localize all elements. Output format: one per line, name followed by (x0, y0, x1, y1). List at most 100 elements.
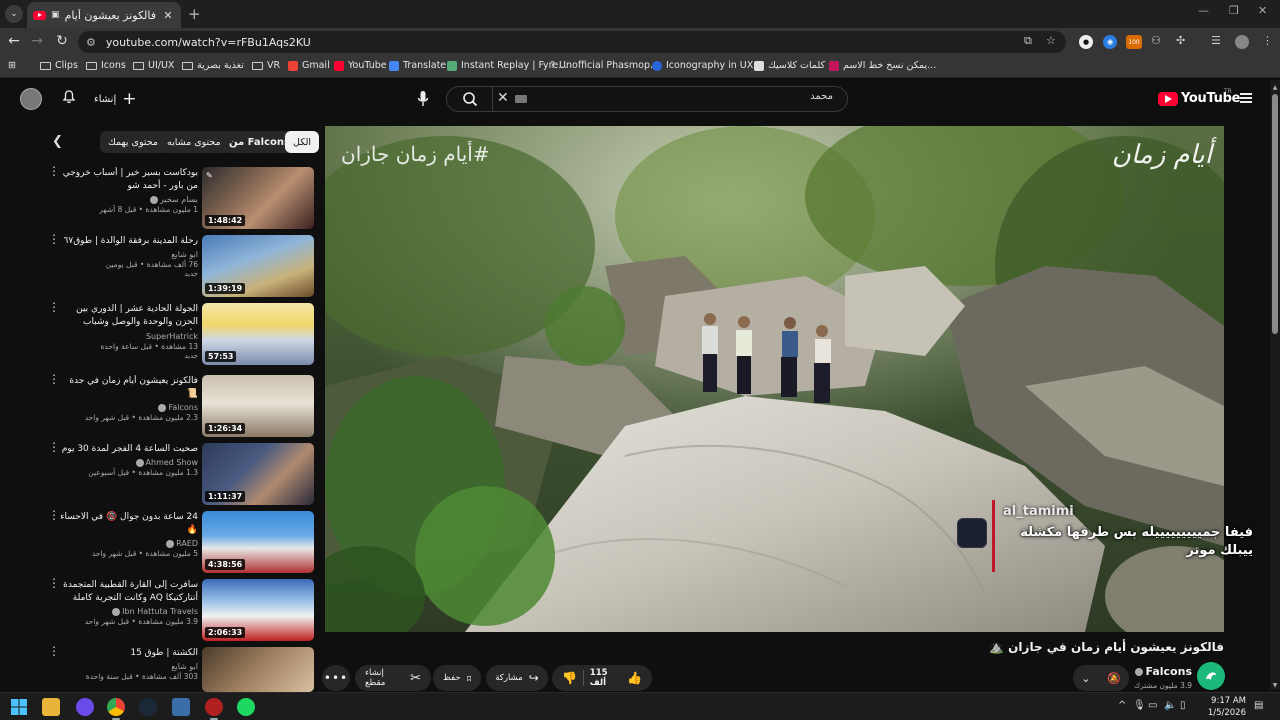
taskbar-clock[interactable]: 9:17 AM 1/5/2026 (1200, 695, 1246, 719)
browser-menu-icon[interactable]: ⋮ (1262, 34, 1273, 47)
video-title[interactable]: الكشتة | طوق 15 (58, 647, 198, 660)
bookmark-iconography[interactable]: Iconography in UX... (652, 60, 762, 71)
bookmark-folder[interactable]: Icons (86, 60, 126, 71)
file-explorer-icon[interactable] (42, 698, 60, 716)
tab-close-icon[interactable]: ✕ (161, 9, 175, 22)
channel-name-main[interactable]: Falcons (1120, 665, 1192, 678)
scroll-down-arrow-icon[interactable]: ▼ (1272, 682, 1278, 689)
channel-name[interactable]: بسام سخير (58, 195, 198, 204)
extension-icon-3[interactable]: ⚇ (1151, 34, 1161, 47)
more-actions-icon[interactable]: ⋮ (48, 301, 60, 313)
channel-name[interactable]: ابو شايع (58, 250, 198, 259)
channel-name[interactable]: SuperHatrick (58, 332, 198, 341)
video-title[interactable]: الجولة الحادية عشر | الدوري بين الحزن وا… (58, 303, 198, 330)
scrollbar-thumb[interactable] (1272, 94, 1278, 334)
video-thumbnail[interactable]: 4:38:56 (202, 511, 314, 573)
notification-center-icon[interactable]: ▤ (1254, 700, 1263, 711)
reload-icon[interactable]: ↻ (53, 33, 71, 49)
tab-search-button[interactable]: ⌄ (5, 5, 23, 23)
dislike-icon[interactable]: 👎 (562, 671, 577, 685)
apps-grid-icon[interactable]: ⊞ (8, 60, 16, 71)
profile-avatar[interactable] (1235, 35, 1249, 49)
more-actions-icon[interactable]: ⋮ (48, 509, 60, 521)
channel-avatar[interactable] (1197, 662, 1225, 690)
related-video-item[interactable]: ⋮ صحيت الساعة 4 الفجر لمدة 30 يوم Ahmed … (40, 441, 316, 507)
related-video-item[interactable]: ⋮ رحلة المدينة برفقة الوالدة | طوق٦٧ ابو… (40, 233, 316, 299)
extension-badge-icon[interactable]: 100 (1126, 35, 1142, 49)
video-title[interactable]: بودكاست بسير خير | أسباب خروجي من باور -… (58, 167, 198, 193)
create-button[interactable]: إنشاء + (94, 88, 136, 110)
tray-overflow-chevron-icon[interactable]: ^ (1118, 700, 1126, 711)
search-button[interactable] (447, 87, 493, 111)
spotify-icon[interactable] (237, 698, 255, 716)
install-app-icon[interactable]: ⧉ (1024, 34, 1032, 48)
video-thumbnail[interactable]: 1:11:37 (202, 443, 314, 505)
windows-start-icon[interactable] (10, 698, 28, 716)
obs-icon[interactable] (205, 698, 223, 716)
related-video-item[interactable]: ⋮ 24 ساعة بدون جوال 📵 في الاحساء 🔥 RAED … (40, 509, 316, 575)
channel-name[interactable]: ابو شايع (58, 662, 198, 671)
related-video-item[interactable]: ⋮ الجولة الحادية عشر | الدوري بين الحزن … (40, 301, 316, 367)
close-window-button[interactable]: ✕ (1258, 4, 1267, 17)
restore-button[interactable]: ❐ (1229, 4, 1239, 17)
more-actions-icon[interactable]: ⋮ (48, 577, 60, 589)
channel-name[interactable]: Falcons (58, 403, 198, 412)
voice-search-mic-icon[interactable] (416, 90, 430, 108)
notifications-bell-icon[interactable] (62, 90, 76, 104)
bookmark-folder[interactable]: VR (252, 60, 280, 71)
chip-similar-content[interactable]: محتوى مشابه (159, 131, 229, 153)
search-clear-icon[interactable]: ✕ (497, 90, 509, 106)
scroll-up-arrow-icon[interactable]: ▲ (1272, 84, 1278, 91)
site-info-icon[interactable]: ⚙ (86, 36, 96, 49)
extensions-puzzle-icon[interactable]: ✣ (1176, 34, 1185, 47)
bookmark-gmail[interactable]: Gmail (288, 60, 330, 71)
more-actions-icon[interactable]: ⋮ (48, 441, 60, 453)
share-button[interactable]: مشاركة ↪ (486, 665, 548, 691)
address-bar[interactable]: ⚙ youtube.com/watch?v=rFBu1Aqs2KU (78, 31, 1066, 53)
video-title[interactable]: فالكونز يعيشون أيام زمان في جدة 📜 (58, 375, 198, 401)
more-actions-icon[interactable]: ⋮ (48, 373, 60, 385)
video-thumbnail[interactable]: ✎ 1:48:42 (202, 167, 314, 229)
more-actions-button[interactable]: ••• (322, 665, 350, 691)
more-actions-icon[interactable]: ⋮ (48, 165, 60, 177)
bookmark-font-copy[interactable]: يمكن نسخ خط الاسم... (829, 60, 936, 71)
video-thumbnail[interactable]: 1:39:19 (202, 235, 314, 297)
vpn-app-icon[interactable] (172, 698, 190, 716)
steam-icon[interactable] (139, 698, 157, 716)
channel-name[interactable]: Ibn Hattuta Travels (58, 607, 198, 616)
extension-icon-1[interactable]: ● (1079, 35, 1093, 49)
video-thumbnail[interactable]: 57:53 (202, 303, 314, 365)
chip-all[interactable]: الكل (285, 131, 319, 153)
related-video-item[interactable]: ⋮ سافرت إلى القارة القطبية المتجمدة أنتا… (40, 577, 316, 643)
like-icon[interactable]: 👍 (627, 671, 642, 685)
volume-icon[interactable]: 🔈 (1164, 700, 1176, 711)
bookmark-phasmophobia[interactable]: ? Unofficial Phasmop... (550, 60, 659, 71)
new-tab-button[interactable]: + (188, 5, 201, 23)
bookmark-folder[interactable]: Clips (40, 60, 78, 71)
bookmark-translate[interactable]: Translate (389, 60, 446, 71)
video-title[interactable]: رحلة المدينة برفقة الوالدة | طوق٦٧ (58, 235, 198, 248)
video-thumbnail[interactable]: 2:06:33 (202, 579, 314, 641)
related-video-item[interactable]: ⋮ بودكاست بسير خير | أسباب خروجي من باور… (40, 165, 316, 231)
bookmark-kalimat[interactable]: كلمات كلاسيك (754, 60, 825, 71)
hamburger-menu-icon[interactable] (1240, 93, 1252, 103)
channel-name[interactable]: RAED (58, 539, 198, 548)
keyboard-icon[interactable] (515, 95, 527, 103)
more-actions-icon[interactable]: ⋮ (48, 645, 60, 657)
battery-icon[interactable]: ▯ (1180, 700, 1186, 711)
bookmark-folder[interactable]: تغذية بصرية (182, 60, 244, 71)
video-title[interactable]: 24 ساعة بدون جوال 📵 في الاحساء 🔥 (58, 511, 198, 537)
video-title[interactable]: صحيت الساعة 4 الفجر لمدة 30 يوم (58, 443, 198, 456)
chip-related-to-you[interactable]: محتوى يهمك (100, 131, 166, 153)
back-arrow-icon[interactable]: ← (5, 33, 23, 49)
account-avatar[interactable] (20, 88, 42, 110)
like-count[interactable]: 115 ألف (590, 668, 621, 688)
discord-icon[interactable] (76, 698, 94, 716)
forward-arrow-icon[interactable]: → (28, 33, 46, 49)
minimize-button[interactable]: — (1198, 4, 1209, 17)
audio-playing-icon[interactable]: ▣ (51, 10, 60, 20)
reading-list-icon[interactable]: ☰ (1211, 34, 1221, 47)
clip-button[interactable]: إنشاء مقطع ✂ (355, 665, 431, 691)
related-video-item[interactable]: ⋮ فالكونز يعيشون أيام زمان في جدة 📜 Falc… (40, 373, 316, 439)
microphone-icon[interactable]: 🎙 (1133, 700, 1146, 711)
